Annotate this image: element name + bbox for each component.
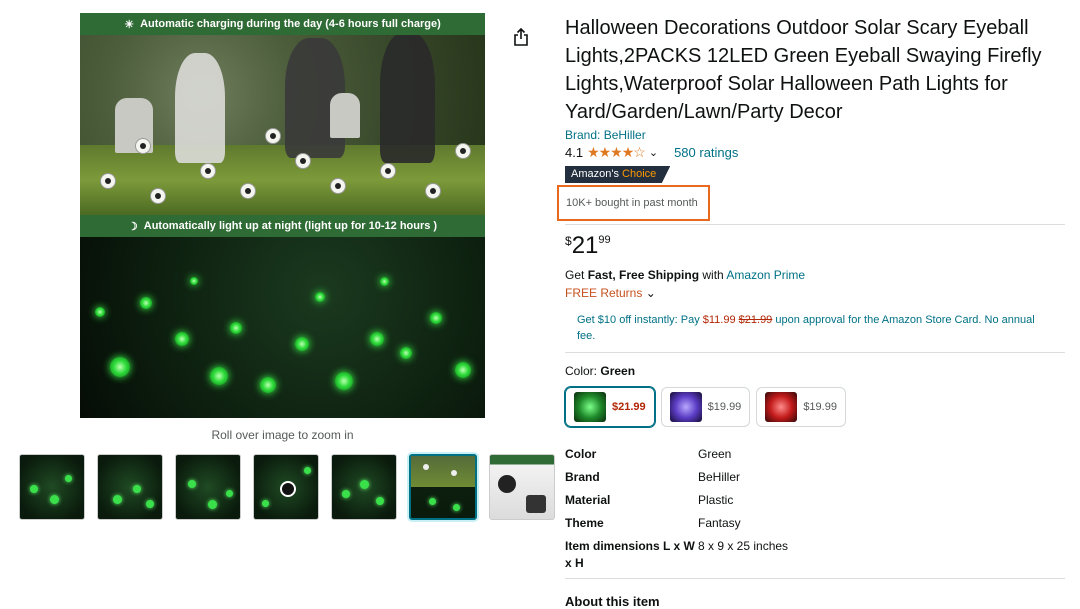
zoom-caption: Roll over image to zoom in: [211, 428, 354, 442]
thumbnail-7[interactable]: [489, 454, 555, 520]
rating-value: 4.1: [565, 145, 584, 160]
chevron-down-icon: ⌄: [645, 286, 656, 300]
swatch-red-image: [765, 392, 798, 422]
daytime-photo: [80, 13, 485, 215]
amazons-choice-badge[interactable]: Amazon's Choice: [565, 166, 671, 183]
about-this-item-heading: About this item: [565, 594, 660, 609]
ratings-count-link[interactable]: 580 ratings: [674, 145, 738, 160]
thumbnail-strip: [19, 454, 555, 520]
star-rating-icon[interactable]: ★★★★☆: [587, 144, 646, 161]
product-info: Halloween Decorations Outdoor Solar Scar…: [565, 14, 1065, 183]
swatch-purple-image: [669, 392, 702, 422]
shipping-info: Get Fast, Free Shipping with Amazon Prim…: [565, 268, 806, 282]
product-specs-table: Color Green Brand BeHiller Material Plas…: [565, 446, 788, 572]
brand-link[interactable]: Brand: BeHiller: [565, 128, 1065, 142]
color-selector-label: Color: Green: [565, 364, 636, 378]
moon-icon: ☽: [127, 220, 138, 233]
amazon-prime-link[interactable]: Amazon Prime: [726, 268, 805, 282]
spec-row-dimensions: Item dimensions L x W x H 8 x 9 x 25 inc…: [565, 539, 789, 570]
price: $2199: [565, 232, 611, 259]
sun-icon: ☀: [124, 18, 135, 31]
nighttime-banner: ☽ Automatically light up at night (light…: [80, 215, 485, 237]
chevron-down-icon[interactable]: ⌄: [649, 146, 658, 159]
color-swatches: $21.99 $19.99 $19.99: [565, 387, 846, 427]
thumbnail-1[interactable]: [19, 454, 85, 520]
divider: [565, 224, 1065, 225]
thumbnail-5[interactable]: [331, 454, 397, 520]
store-card-promo[interactable]: Get $10 off instantly: Pay $11.99 $21.99…: [577, 312, 1037, 344]
spec-row-color: Color Green: [565, 447, 732, 461]
spec-row-material: Material Plastic: [565, 493, 734, 507]
divider: [565, 578, 1065, 579]
bought-past-month: 10K+ bought in past month: [566, 197, 698, 209]
product-title: Halloween Decorations Outdoor Solar Scar…: [565, 17, 1042, 123]
thumbnail-6-selected[interactable]: [409, 454, 477, 520]
share-icon[interactable]: [513, 28, 529, 46]
divider: [565, 352, 1065, 353]
swatch-green[interactable]: $21.99: [565, 387, 655, 427]
nighttime-photo: [80, 237, 485, 418]
free-returns-link[interactable]: FREE Returns ⌄: [565, 286, 656, 300]
spec-row-theme: Theme Fantasy: [565, 516, 741, 530]
rating-row: 4.1 ★★★★☆ ⌄ 580 ratings: [565, 144, 1065, 161]
thumbnail-3[interactable]: [175, 454, 241, 520]
main-product-image[interactable]: ☀ Automatic charging during the day (4-6…: [80, 13, 485, 418]
swatch-purple[interactable]: $19.99: [660, 387, 751, 427]
spec-row-brand: Brand BeHiller: [565, 470, 741, 484]
thumbnail-2[interactable]: [97, 454, 163, 520]
daytime-banner: ☀ Automatic charging during the day (4-6…: [80, 13, 485, 35]
swatch-red[interactable]: $19.99: [756, 387, 846, 427]
thumbnail-4[interactable]: [253, 454, 319, 520]
swatch-green-image: [574, 392, 606, 422]
